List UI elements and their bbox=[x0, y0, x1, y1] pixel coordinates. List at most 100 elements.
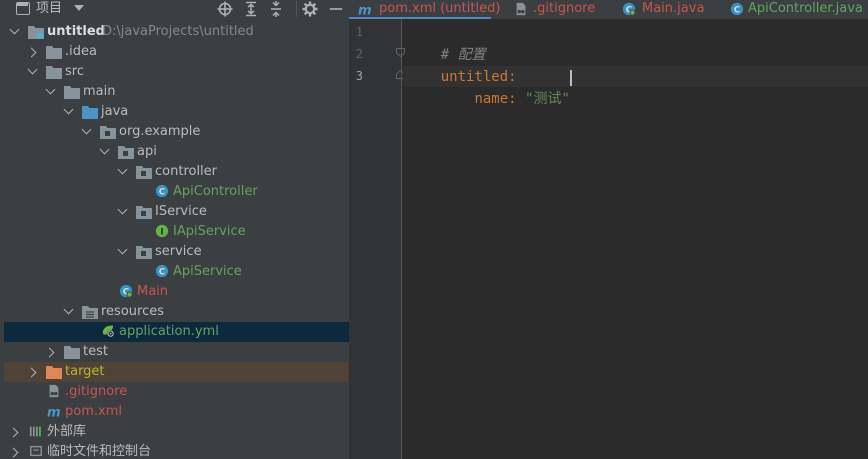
tree-item-src[interactable]: src bbox=[0, 62, 349, 82]
svg-text:C: C bbox=[734, 6, 740, 16]
editor-area: m pom.xml (untitled) .gitignore C Main.j… bbox=[349, 0, 868, 459]
tree-item-resources[interactable]: resources bbox=[0, 302, 349, 322]
tree-item-label: .gitignore bbox=[65, 384, 128, 399]
chevron-down-icon[interactable] bbox=[63, 304, 74, 315]
tree-item-service[interactable]: service bbox=[0, 242, 349, 262]
crosshair-icon[interactable] bbox=[217, 1, 233, 17]
tree-item-label: untitled bbox=[47, 24, 105, 39]
chevron-down-icon[interactable] bbox=[117, 244, 128, 255]
expand-all-icon[interactable] bbox=[243, 1, 259, 17]
chevron-down-icon[interactable] bbox=[9, 24, 20, 35]
fold-marker-icon[interactable] bbox=[396, 48, 405, 57]
tab-label: pom.xml (untitled) bbox=[379, 1, 501, 16]
chevron-right-icon[interactable] bbox=[26, 367, 37, 378]
spring-class-icon: C bbox=[119, 284, 133, 298]
tree-item-label: IService bbox=[155, 204, 207, 219]
tree-item-target[interactable]: target bbox=[4, 362, 349, 382]
tree-item-apicontroller[interactable]: C ApiController bbox=[0, 182, 349, 202]
tree-item-apiservice[interactable]: C ApiService bbox=[0, 262, 349, 282]
folder-icon bbox=[64, 86, 80, 99]
tree-item-label: main bbox=[83, 84, 116, 99]
tree-item-label: application.yml bbox=[119, 324, 219, 339]
line-number-gutter[interactable]: 1 2 3 bbox=[349, 19, 405, 459]
package-icon bbox=[136, 206, 152, 219]
tree-item-gitignore[interactable]: .gitignore bbox=[0, 382, 349, 402]
tree-item-label: IApiService bbox=[173, 224, 246, 239]
gitignore-icon bbox=[49, 384, 59, 398]
tree-item-label: api bbox=[137, 144, 157, 159]
tree-item-label: service bbox=[155, 244, 202, 259]
project-panel-header: 项目 bbox=[0, 0, 349, 19]
yaml-colon: : bbox=[508, 91, 517, 107]
package-icon bbox=[136, 166, 152, 179]
tree-item-api[interactable]: api bbox=[0, 142, 349, 162]
chevron-right-icon[interactable] bbox=[44, 347, 55, 358]
folder-icon bbox=[46, 46, 62, 59]
tree-item-external-libraries[interactable]: 外部库 bbox=[0, 422, 349, 442]
chevron-down-icon[interactable] bbox=[117, 164, 128, 175]
project-window-icon bbox=[16, 2, 30, 15]
folder-icon bbox=[64, 346, 80, 359]
source-folder-icon bbox=[82, 106, 98, 119]
project-panel-title[interactable]: 项目 bbox=[36, 0, 62, 17]
interface-icon: I bbox=[155, 224, 169, 238]
header-separator bbox=[296, 1, 297, 17]
tree-item-java[interactable]: java bbox=[0, 102, 349, 122]
code-line-1[interactable]: # 配置 bbox=[407, 22, 486, 63]
line-number: 1 bbox=[355, 25, 363, 39]
resources-folder-icon bbox=[82, 306, 98, 319]
chevron-down-icon[interactable] bbox=[99, 144, 110, 155]
yaml-spring-icon bbox=[102, 325, 115, 338]
tree-item-label: Main bbox=[137, 284, 169, 299]
tree-item-scratches-and-consoles[interactable]: 临时文件和控制台 bbox=[0, 442, 349, 459]
tab-main-java[interactable]: C Main.java bbox=[620, 0, 720, 19]
text-caret bbox=[569, 70, 572, 86]
gear-icon[interactable] bbox=[302, 1, 318, 17]
collapse-all-icon[interactable] bbox=[268, 1, 284, 17]
code-line-2[interactable]: untitled: bbox=[407, 44, 517, 85]
tree-item-main-class[interactable]: C Main bbox=[0, 282, 349, 302]
tree-item-label: target bbox=[65, 364, 105, 379]
excluded-folder-icon bbox=[46, 366, 62, 379]
tree-item-label: 外部库 bbox=[47, 424, 87, 439]
chevron-down-icon[interactable] bbox=[27, 64, 38, 75]
chevron-down-icon[interactable] bbox=[117, 204, 128, 215]
tree-item-controller[interactable]: controller bbox=[0, 162, 349, 182]
tab-label: .gitignore bbox=[533, 1, 596, 16]
tree-item-label: pom.xml bbox=[65, 404, 122, 419]
svg-text:m: m bbox=[47, 405, 61, 418]
tree-item-org-example[interactable]: org.example bbox=[0, 122, 349, 142]
gitignore-icon bbox=[516, 2, 526, 16]
class-icon: C bbox=[155, 184, 169, 198]
tree-item-label: src bbox=[65, 64, 84, 79]
line-number: 3 bbox=[355, 69, 363, 83]
tree-item-pom-xml[interactable]: m pom.xml bbox=[0, 402, 349, 422]
code-line-3[interactable]: name: "测试" bbox=[407, 66, 569, 107]
chevron-down-icon[interactable] bbox=[81, 124, 92, 135]
tree-item-label: ApiController bbox=[173, 184, 258, 199]
chevron-down-icon[interactable] bbox=[63, 104, 74, 115]
tree-item-label: .idea bbox=[65, 44, 97, 59]
tree-item-label: org.example bbox=[119, 124, 201, 139]
project-tool-window: 项目 untitled D:\javaProjects\untitled .id… bbox=[0, 0, 349, 459]
chevron-right-icon[interactable] bbox=[8, 427, 19, 438]
tree-item-untitled[interactable]: untitled D:\javaProjects\untitled bbox=[0, 22, 349, 42]
view-dropdown-chevron-icon[interactable] bbox=[74, 5, 84, 11]
tab-gitignore[interactable]: .gitignore bbox=[512, 0, 612, 19]
chevron-down-icon[interactable] bbox=[45, 84, 56, 95]
svg-text:I: I bbox=[160, 228, 163, 238]
tree-item-idea[interactable]: .idea bbox=[0, 42, 349, 62]
tree-item-application-yml[interactable]: application.yml bbox=[4, 322, 349, 342]
chevron-right-icon[interactable] bbox=[8, 447, 19, 458]
yaml-key: name bbox=[474, 91, 509, 107]
tree-item-label: 临时文件和控制台 bbox=[47, 444, 152, 459]
folder-icon bbox=[46, 66, 62, 79]
tab-apicontroller-java[interactable]: C ApiController.java bbox=[728, 0, 868, 19]
tree-item-test[interactable]: test bbox=[0, 342, 349, 362]
tree-item-iapiservice[interactable]: I IApiService bbox=[0, 222, 349, 242]
chevron-right-icon[interactable] bbox=[26, 47, 37, 58]
tree-item-iservice[interactable]: IService bbox=[0, 202, 349, 222]
minimize-icon[interactable] bbox=[328, 1, 344, 17]
tree-item-main[interactable]: main bbox=[0, 82, 349, 102]
